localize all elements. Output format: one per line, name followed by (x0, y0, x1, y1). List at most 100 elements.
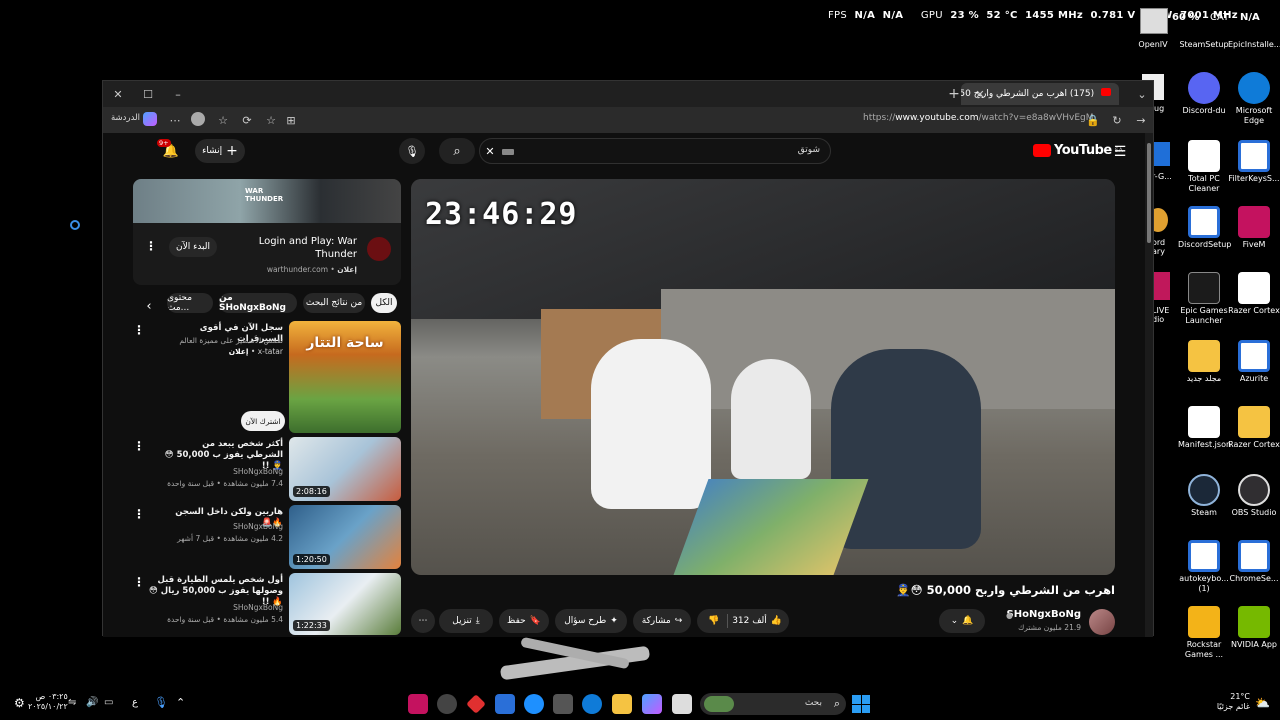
youtube-logo[interactable]: YouTube SA (1033, 143, 1123, 158)
desktop-icon-steamsetup[interactable]: SteamSetup (1178, 40, 1230, 50)
desktop-icon-new-folder[interactable]: مجلد جديد (1178, 340, 1230, 384)
input-language[interactable]: ع (132, 697, 138, 708)
ad-more-icon[interactable]: ⋮ (145, 239, 157, 253)
chip-all[interactable]: الكل (371, 293, 397, 313)
chip-channel[interactable]: من SHoNgxBoNg (219, 293, 297, 313)
channel-avatar[interactable] (1089, 609, 1115, 635)
extensions-icon[interactable]: ⟳ (239, 111, 255, 129)
battery-icon[interactable]: ▭ (104, 697, 113, 708)
desktop-icon-openiv[interactable]: OpenIV (1128, 40, 1178, 50)
scrollbar-thumb[interactable] (1147, 143, 1151, 243)
microphone-icon[interactable]: 🎙 (154, 696, 168, 709)
search-input[interactable]: شوتق ✕ (479, 138, 831, 164)
taskbar-search-input[interactable]: بحث ⌕ (700, 693, 846, 715)
chip-search-results[interactable]: من نتائج البحث (303, 293, 365, 313)
fivem-taskbar-icon[interactable] (408, 694, 428, 714)
volume-icon[interactable]: 🔊 (86, 697, 98, 708)
desktop-icon-epicinstaller[interactable]: EpicInstalle... (1228, 40, 1280, 50)
desktop-icon-filterkeys[interactable]: FilterKeysS... (1228, 140, 1280, 184)
side-video-thumbnail[interactable]: 2:08:16 (289, 437, 401, 501)
side-video-more-icon[interactable]: ⋮ (133, 507, 145, 521)
tab-list-chevron-icon[interactable]: ⌄ (1133, 85, 1151, 103)
desktop-icon-chromesetup[interactable]: ChromeSe... (1228, 540, 1280, 584)
tab-close-icon[interactable]: ✕ (971, 85, 989, 103)
hidden-icons-chevron-icon[interactable]: ⌃ (176, 696, 185, 709)
split-screen-icon[interactable]: ⊞ (283, 111, 299, 129)
desktop-icon-fivem[interactable]: FiveM (1228, 206, 1280, 250)
video-player[interactable]: 23:46:29 (411, 179, 1115, 575)
chips-scroll-left-icon[interactable]: ‹ (141, 297, 157, 315)
copilot-label[interactable]: الدردشة (111, 113, 140, 123)
channel-name[interactable]: SHoNgxBoNg (1007, 609, 1081, 620)
desktop-icon-azurite[interactable]: Azurite (1228, 340, 1280, 384)
desktop-icon-obs[interactable]: OBS Studio (1228, 474, 1280, 518)
dislike-icon[interactable]: 👎 (704, 616, 723, 626)
network-icon[interactable]: ⇋ (68, 697, 76, 708)
side-ad-cta-button[interactable]: اشترك الآن (241, 411, 285, 431)
app-taskbar-icon[interactable] (524, 694, 544, 714)
desktop-icon-steam[interactable]: Steam (1178, 474, 1230, 518)
desktop-icon-total-pc-cleaner[interactable]: Total PC Cleaner (1178, 140, 1230, 194)
desktop-icon-discordsetup[interactable]: DiscordSetup (1178, 206, 1231, 250)
save-button[interactable]: حفظ 🔖 (499, 609, 549, 633)
more-actions-button[interactable]: ⋯ (411, 609, 435, 633)
clock[interactable]: ٠٣:٢٥ ص ٢٠٢٥/١٠/٢٢ (28, 692, 68, 712)
subscription-button[interactable]: ⌄ 🔔 (939, 609, 985, 633)
ad-title[interactable]: Login and Play: War Thunder (237, 235, 357, 261)
desktop-icon-epic[interactable]: Epic Games Launcher (1178, 272, 1230, 326)
ad-cta-button[interactable]: البدء الآن (169, 237, 217, 257)
desktop-icon-label: Microsoft Edge (1235, 106, 1273, 125)
search-button[interactable]: ⌕ (439, 138, 475, 164)
desktop-icon-nvidia[interactable]: NVIDIA App (1228, 606, 1280, 650)
forward-icon[interactable]: → (1133, 111, 1149, 129)
menu-hamburger-icon[interactable]: ☰ (1111, 143, 1129, 161)
app-taskbar-icon[interactable] (466, 694, 486, 714)
profile-avatar[interactable] (191, 112, 205, 126)
desktop-icon-razer-cortex[interactable]: Razer Cortex (1228, 272, 1280, 316)
close-window-icon[interactable]: ✕ (109, 85, 127, 103)
more-options-icon[interactable]: ⋯ (167, 111, 183, 129)
clear-search-icon[interactable]: ✕ (482, 142, 498, 160)
side-video-more-icon[interactable]: ⋮ (133, 323, 145, 337)
store-taskbar-icon[interactable] (553, 694, 573, 714)
share-button[interactable]: مشاركة ↪ (633, 609, 691, 633)
desktop-icon-edge[interactable]: Microsoft Edge (1228, 72, 1280, 126)
like-icon[interactable]: 👍 (771, 616, 782, 626)
weather-widget[interactable]: 21°C غائم جزئيًا (1217, 692, 1250, 712)
ask-button[interactable]: طرح سؤال ✦ (555, 609, 627, 633)
side-video-thumbnail[interactable]: 1:22:33 (289, 573, 401, 635)
start-windows-icon[interactable] (852, 695, 870, 713)
side-video-more-icon[interactable]: ⋮ (133, 439, 145, 453)
app-taskbar-icon[interactable] (437, 694, 457, 714)
mail-taskbar-icon[interactable] (495, 694, 515, 714)
desktop-icon-razer-cortex-folder[interactable]: Razer Cortex (1228, 406, 1280, 450)
openiv-icon[interactable] (1140, 8, 1168, 34)
side-video-thumbnail[interactable]: 1:20:50 (289, 505, 401, 569)
gpu-load: 23 % (950, 10, 979, 21)
chip-related[interactable]: محتوى مث... (167, 293, 213, 313)
ad-card[interactable]: WAR THUNDER Login and Play: War Thunder … (133, 179, 401, 285)
page-scrollbar[interactable] (1145, 133, 1153, 637)
desktop-icon-rockstar[interactable]: Rockstar Games ... (1178, 606, 1230, 660)
side-video-thumbnail[interactable]: ساحة التتار (289, 321, 401, 433)
maximize-window-icon[interactable]: ☐ (139, 85, 157, 103)
task-view-taskbar-icon[interactable] (672, 694, 692, 714)
voice-search-button[interactable]: 🎙 (399, 138, 425, 164)
desktop-icon-discord-du[interactable]: Discord-du (1178, 72, 1230, 116)
minimize-window-icon[interactable]: – (169, 85, 187, 103)
desktop-icon-manifest[interactable]: Manifest.json (1178, 406, 1231, 450)
edge-taskbar-icon[interactable] (582, 694, 602, 714)
download-button[interactable]: تنزيل ⤓ (439, 609, 493, 633)
file-explorer-taskbar-icon[interactable] (612, 694, 632, 714)
url-field[interactable]: https://www.youtube.com/watch?v=e8a8wVHv… (863, 113, 1094, 123)
copilot-icon[interactable] (143, 112, 157, 126)
desktop-icon-autokeyboard[interactable]: autokeybo... (1) (1178, 540, 1230, 594)
refresh-icon[interactable]: ↻ (1109, 111, 1125, 129)
copilot-taskbar-icon[interactable] (642, 694, 662, 714)
add-favorite-icon[interactable]: ☆ (263, 111, 279, 129)
side-video-more-icon[interactable]: ⋮ (133, 575, 145, 589)
favorites-icon[interactable]: ☆ (215, 111, 231, 129)
settings-gear-icon[interactable]: ⚙ (14, 696, 25, 710)
keyboard-icon[interactable] (502, 149, 514, 155)
create-button[interactable]: إنشاء + (195, 139, 245, 163)
